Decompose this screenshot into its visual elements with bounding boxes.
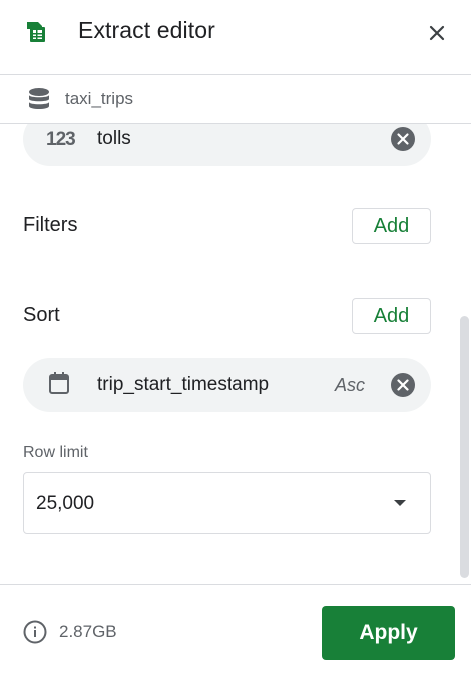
column-chip-label: tolls — [97, 128, 131, 149]
extract-size: 2.87GB — [59, 622, 117, 641]
sheets-icon — [27, 22, 45, 42]
scrollbar[interactable] — [458, 316, 471, 578]
chevron-down-icon — [394, 500, 406, 506]
data-source: taxi_trips — [0, 75, 471, 123]
close-icon[interactable] — [424, 20, 450, 46]
scrollbar-thumb[interactable] — [460, 316, 469, 578]
database-icon — [29, 88, 49, 109]
calendar-icon — [49, 372, 69, 394]
remove-circle-icon[interactable] — [391, 127, 415, 151]
sort-chip-trip-start-timestamp[interactable]: trip_start_timestamp Asc — [23, 358, 431, 412]
number-type-icon: 123 — [46, 129, 76, 150]
add-filter-button[interactable]: Add — [352, 208, 431, 244]
row-limit-label: Row limit — [23, 444, 88, 461]
filters-heading: Filters — [23, 214, 78, 236]
data-source-name: taxi_trips — [65, 89, 134, 108]
editor-scroll-area[interactable]: 123 tolls Filters Add Sort Add trip_star… — [0, 124, 471, 584]
editor-title: Extract editor — [78, 17, 215, 43]
sort-chip-label: trip_start_timestamp — [97, 374, 270, 395]
editor-header: Extract editor — [0, 0, 471, 74]
row-limit-value: 25,000 — [36, 493, 95, 514]
info-icon — [23, 620, 47, 644]
apply-button[interactable]: Apply — [322, 606, 455, 660]
editor-footer: 2.87GB Apply — [0, 585, 471, 678]
row-limit-select[interactable]: 25,000 — [23, 472, 431, 534]
sort-heading: Sort — [23, 304, 60, 326]
column-chip-tolls[interactable]: 123 tolls — [23, 124, 431, 166]
remove-circle-icon[interactable] — [391, 373, 415, 397]
add-sort-button[interactable]: Add — [352, 298, 431, 334]
sort-order-toggle[interactable]: Asc — [335, 375, 365, 396]
